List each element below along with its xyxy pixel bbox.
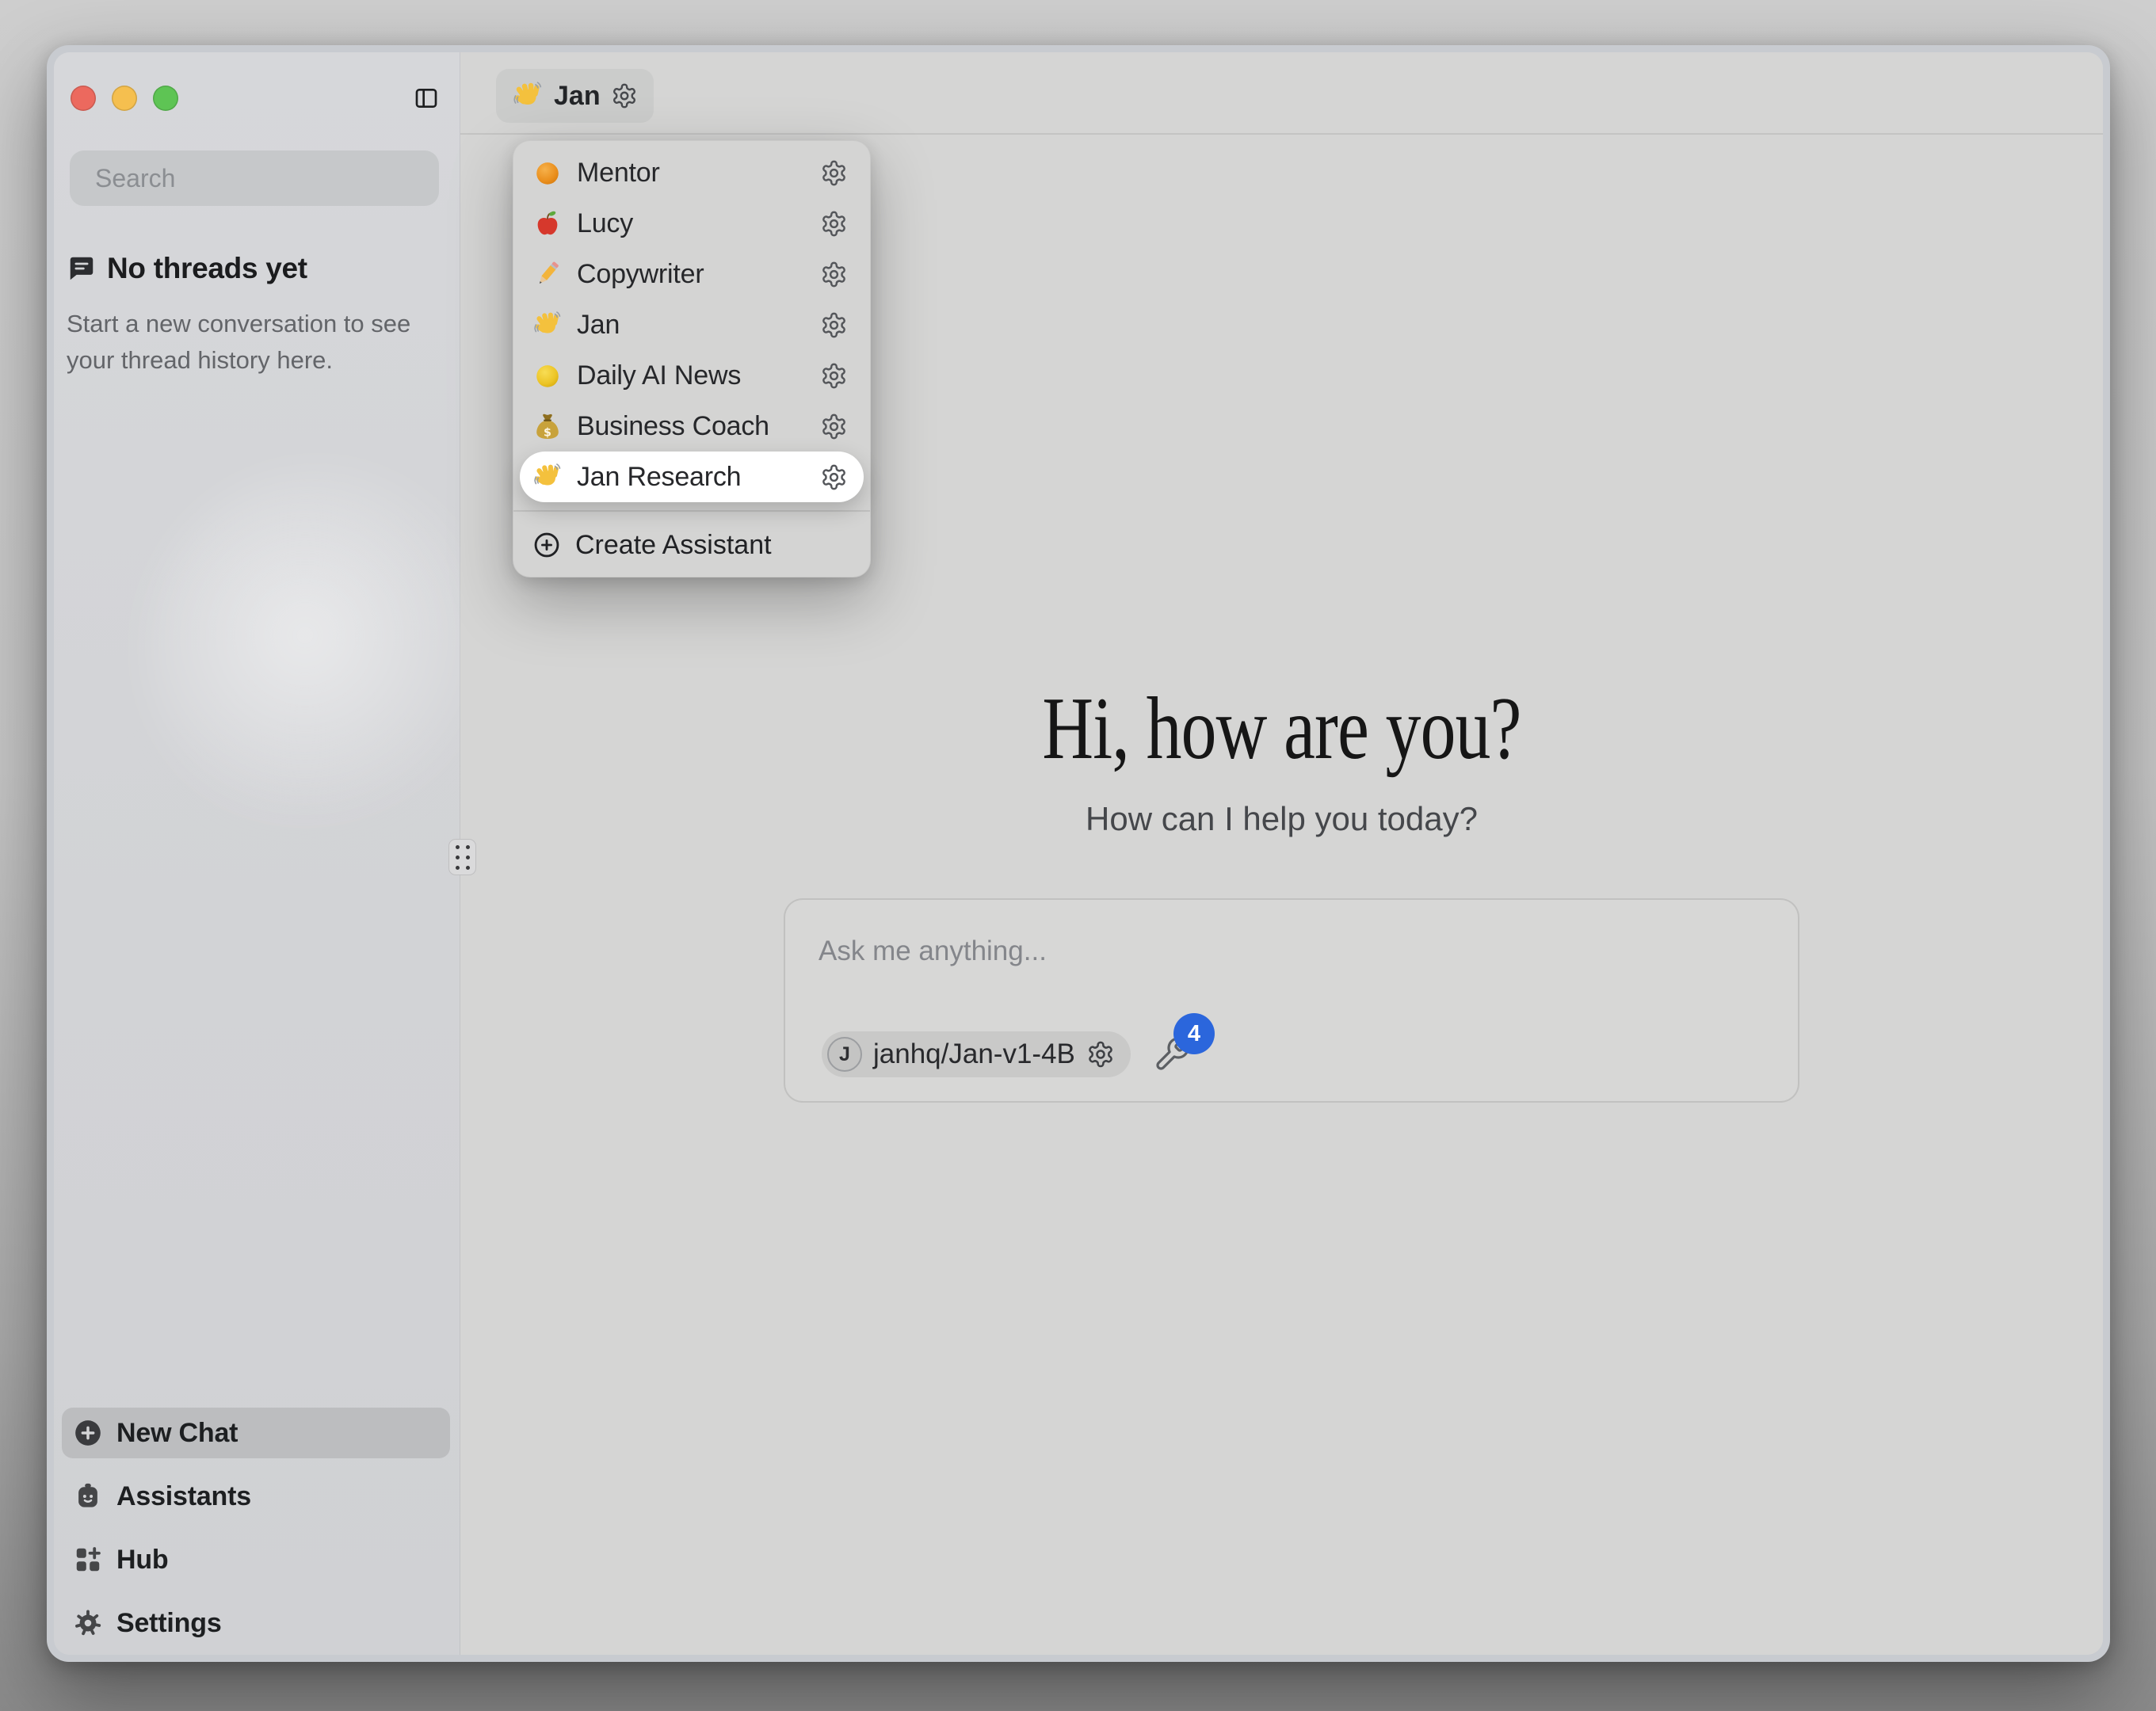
nav-label: Hub xyxy=(116,1545,169,1576)
traffic-lights xyxy=(71,86,178,111)
gear-icon[interactable] xyxy=(820,463,848,491)
menu-item-label: Jan Research xyxy=(577,462,806,493)
main-area: Jan Mentor Lucy Copywriter xyxy=(460,52,2103,1655)
menu-item-label: Jan xyxy=(577,310,806,341)
model-name: janhq/Jan-v1-4B xyxy=(873,1038,1075,1070)
grid-plus-icon xyxy=(73,1545,103,1575)
sidebar-item-settings[interactable]: Settings xyxy=(62,1598,450,1648)
gear-icon[interactable] xyxy=(820,362,848,390)
menu-item-label: Daily AI News xyxy=(577,360,806,391)
gear-icon[interactable] xyxy=(820,413,848,440)
gear-icon[interactable] xyxy=(1086,1040,1115,1069)
menu-item-jan-research[interactable]: Jan Research xyxy=(520,452,864,502)
gear-icon[interactable] xyxy=(820,159,848,187)
empty-state-title: No threads yet xyxy=(107,252,307,285)
red-apple-icon xyxy=(532,208,563,238)
circle-plus-icon xyxy=(532,531,561,559)
zoom-window-button[interactable] xyxy=(153,86,178,111)
empty-state-line2: your thread history here. xyxy=(67,342,423,379)
window-content: No threads yet Start a new conversation … xyxy=(54,52,2103,1655)
gear-icon[interactable] xyxy=(820,210,848,238)
minimize-window-button[interactable] xyxy=(112,86,137,111)
money-bag-icon xyxy=(532,411,563,441)
create-assistant-button[interactable]: Create Assistant xyxy=(520,520,864,570)
model-avatar: J xyxy=(827,1037,862,1072)
sidebar-logo-blur xyxy=(141,464,506,844)
nav-label: New Chat xyxy=(116,1418,238,1449)
tools-count-badge: 4 xyxy=(1173,1013,1215,1054)
search-box[interactable] xyxy=(70,151,439,206)
menu-item-copywriter[interactable]: Copywriter xyxy=(520,249,864,299)
model-selector-button[interactable]: J janhq/Jan-v1-4B xyxy=(822,1031,1131,1077)
nav-label: Assistants xyxy=(116,1481,251,1512)
assistant-selector-label: Jan xyxy=(554,81,601,112)
waving-hand-icon xyxy=(532,462,563,492)
main-header: Jan xyxy=(460,52,2103,135)
nav-label: Settings xyxy=(116,1608,222,1639)
assistant-menu: Mentor Lucy Copywriter Jan xyxy=(513,140,871,577)
circle-plus-icon xyxy=(73,1418,103,1448)
menu-item-label: Lucy xyxy=(577,208,806,239)
sidebar-nav: New Chat Assistants Hub Settings xyxy=(62,1408,450,1655)
orange-circle-icon xyxy=(532,158,563,188)
greeting-subtitle: How can I help you today? xyxy=(460,800,2103,838)
pencil-icon xyxy=(532,259,563,289)
empty-state-line1: Start a new conversation to see xyxy=(67,306,423,342)
panel-left-icon xyxy=(414,86,439,111)
gear-icon[interactable] xyxy=(611,82,638,109)
message-square-icon xyxy=(67,253,97,284)
chat-composer[interactable]: J janhq/Jan-v1-4B 4 xyxy=(784,898,1799,1103)
sidebar-toggle-button[interactable] xyxy=(410,82,442,114)
sidebar: No threads yet Start a new conversation … xyxy=(54,52,460,1655)
greeting-heading: Hi, how are you? xyxy=(624,684,1938,773)
bot-icon xyxy=(73,1481,103,1511)
sidebar-item-new-chat[interactable]: New Chat xyxy=(62,1408,450,1458)
menu-item-mentor[interactable]: Mentor xyxy=(520,147,864,198)
sidebar-item-assistants[interactable]: Assistants xyxy=(62,1471,450,1522)
gear-icon[interactable] xyxy=(820,261,848,288)
sidebar-resize-handle[interactable] xyxy=(448,839,476,875)
close-window-button[interactable] xyxy=(71,86,96,111)
waving-hand-icon xyxy=(512,80,544,112)
hero: Hi, how are you? How can I help you toda… xyxy=(460,684,2103,838)
gear-icon xyxy=(73,1608,103,1638)
composer-toolbar: J janhq/Jan-v1-4B 4 xyxy=(822,1031,1191,1077)
menu-item-business-coach[interactable]: Business Coach xyxy=(520,401,864,452)
menu-item-jan[interactable]: Jan xyxy=(520,299,864,350)
app-window: No threads yet Start a new conversation … xyxy=(47,45,2110,1662)
menu-item-label: Mentor xyxy=(577,158,806,189)
threads-empty-state: No threads yet Start a new conversation … xyxy=(67,252,423,379)
search-input[interactable] xyxy=(95,164,428,193)
menu-item-label: Business Coach xyxy=(577,411,806,442)
menu-divider xyxy=(513,510,870,512)
assistant-selector-button[interactable]: Jan xyxy=(496,69,654,123)
create-assistant-label: Create Assistant xyxy=(575,530,772,561)
yellow-circle-icon xyxy=(532,360,563,391)
gear-icon[interactable] xyxy=(820,311,848,339)
tools-button[interactable]: 4 xyxy=(1153,1035,1191,1073)
menu-item-label: Copywriter xyxy=(577,259,806,290)
sidebar-item-hub[interactable]: Hub xyxy=(62,1534,450,1585)
menu-item-daily-ai-news[interactable]: Daily AI News xyxy=(520,350,864,401)
menu-item-lucy[interactable]: Lucy xyxy=(520,198,864,249)
waving-hand-icon xyxy=(532,310,563,340)
